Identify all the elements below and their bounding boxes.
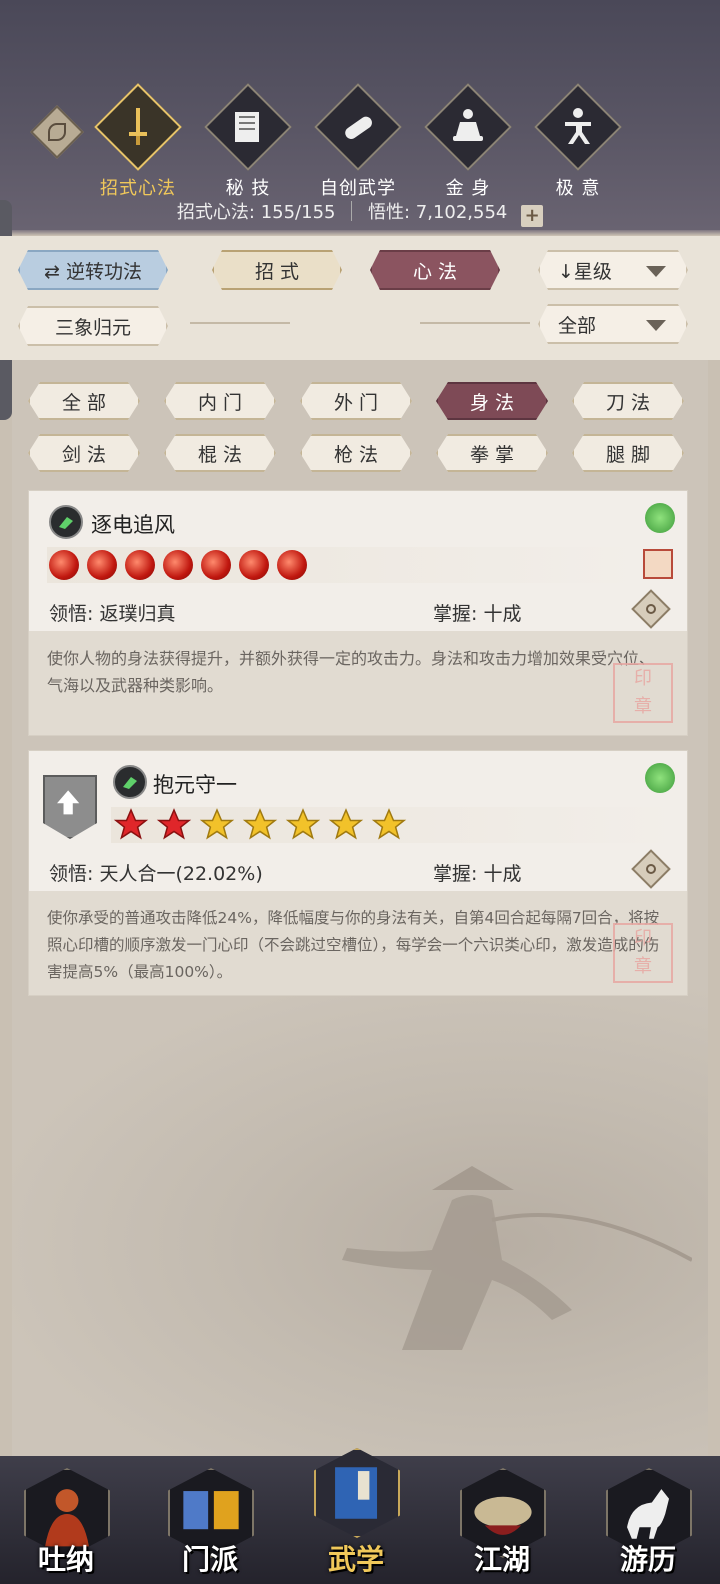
fisherman-silhouette-icon — [342, 1166, 692, 1350]
red-orb-star-icon — [201, 550, 231, 580]
book-icon — [204, 83, 292, 171]
bottom-nav: 吐纳 门派 武学 江湖 游历 — [0, 1448, 720, 1584]
gold-star-icon — [242, 808, 278, 840]
skill-name: 逐电追风 — [91, 513, 175, 537]
nav-martial-arts[interactable]: 武学 — [306, 1448, 406, 1584]
filter-sword[interactable]: 剑 法 — [28, 434, 140, 472]
filter-spear[interactable]: 枪 法 — [300, 434, 412, 472]
tab-heart-method[interactable]: 心 法 — [370, 250, 500, 290]
nav-breathing[interactable]: 吐纳 — [16, 1456, 116, 1584]
tab-ultimate[interactable]: 极 意 — [532, 83, 624, 200]
green-swirl-icon[interactable] — [645, 503, 675, 533]
filter-movement[interactable]: 身 法 — [436, 382, 548, 420]
filter-staff[interactable]: 棍 法 — [164, 434, 276, 472]
filter-saber[interactable]: 刀 法 — [572, 382, 684, 420]
red-orb-star-icon — [87, 550, 117, 580]
divider — [190, 322, 290, 324]
tab-label: 极 意 — [555, 178, 601, 199]
chevron-down-icon — [646, 266, 666, 277]
category-dropdown[interactable]: 全部 — [538, 304, 688, 344]
eye-toggle-icon[interactable] — [30, 105, 84, 159]
red-star-icon — [113, 808, 149, 840]
reverse-skill-button[interactable]: ⇄ 逆转功法 — [18, 250, 168, 290]
tab-moves-heart[interactable]: 招式心法 — [92, 83, 184, 200]
sanxiang-button[interactable]: 三象归元 — [18, 306, 168, 346]
filter-outer[interactable]: 外 门 — [300, 382, 412, 420]
tab-label: 自创武学 — [320, 178, 396, 199]
nav-travel[interactable]: 游历 — [598, 1456, 698, 1584]
moves-label: 招式心法: — [176, 202, 255, 223]
compass-icon[interactable] — [631, 589, 671, 629]
tab-label: 招式心法 — [100, 178, 176, 199]
sort-dropdown[interactable]: ↓星级 — [538, 250, 688, 290]
skill-card[interactable]: 逐电追风 领悟: 返璞归真 掌握: 十成 使你人物的身法获得提升，并额外获得一定… — [28, 490, 688, 736]
red-star-icon — [156, 808, 192, 840]
insight-value: 7,102,554 — [415, 202, 508, 223]
skill-card[interactable]: 抱元守一 领悟: 天人合一(22.02%) 掌握: 十成 使你承受的普通攻击降低… — [28, 750, 688, 996]
swap-icon: ⇄ — [44, 261, 66, 283]
movement-skill-icon — [49, 505, 83, 539]
divider — [351, 201, 353, 221]
comprehension: 领悟: 天人合一(22.02%) — [49, 863, 263, 885]
red-orb-star-icon — [49, 550, 79, 580]
tab-label: 金 身 — [445, 178, 491, 199]
green-swirl-icon[interactable] — [645, 763, 675, 793]
martial-book-icon — [314, 1448, 400, 1538]
red-orb-star-icon — [277, 550, 307, 580]
running-figure-icon[interactable] — [643, 549, 673, 579]
tab-moves[interactable]: 招 式 — [212, 250, 342, 290]
movement-skill-icon — [113, 765, 147, 799]
filter-kick[interactable]: 腿 脚 — [572, 434, 684, 472]
upgrade-arrow-icon[interactable] — [43, 775, 97, 839]
control-panel: ⇄ 逆转功法 三象归元 招 式 心 法 ↓星级 全部 — [0, 236, 720, 360]
skill-description: 使你人物的身法获得提升，并额外获得一定的攻击力。身法和攻击力增加效果受穴位、气海… — [29, 631, 687, 735]
red-orb-star-icon — [125, 550, 155, 580]
martial-stance-icon — [534, 83, 622, 171]
seal-stamp-icon: 印章 — [613, 663, 673, 723]
compass-icon[interactable] — [631, 849, 671, 889]
chevron-down-icon — [646, 320, 666, 331]
red-orb-star-icon — [239, 550, 269, 580]
filter-inner[interactable]: 内 门 — [164, 382, 276, 420]
meditation-icon — [424, 83, 512, 171]
divider — [420, 322, 530, 324]
gold-star-icon — [328, 808, 364, 840]
skill-list-area: 全 部 内 门 外 门 身 法 刀 法 剑 法 棍 法 枪 法 拳 掌 腿 脚 … — [12, 360, 708, 1456]
gold-star-icon — [285, 808, 321, 840]
sword-icon — [94, 83, 182, 171]
insight-label: 悟性: — [367, 202, 411, 223]
tab-self-created[interactable]: 自创武学 — [312, 83, 404, 200]
tab-label: 秘 技 — [225, 178, 271, 199]
filter-fist[interactable]: 拳 掌 — [436, 434, 548, 472]
star-rating — [113, 807, 407, 843]
comprehension: 领悟: 返璞归真 — [49, 603, 176, 625]
add-insight-button[interactable]: + — [521, 205, 544, 227]
sort-arrow-icon: ↓ — [558, 261, 574, 283]
gold-star-icon — [371, 808, 407, 840]
scroll-icon — [314, 83, 402, 171]
red-orb-star-icon — [163, 550, 193, 580]
nav-jianghu[interactable]: 江湖 — [452, 1456, 552, 1584]
moves-value: 155/155 — [260, 202, 336, 223]
skill-name: 抱元守一 — [153, 773, 237, 797]
skill-description: 使你承受的普通攻击降低24%，降低幅度与你的身法有关，自第4回合起每隔7回合，将… — [29, 891, 687, 995]
seal-stamp-icon: 印章 — [613, 923, 673, 983]
star-rating — [49, 550, 307, 580]
tab-secret-skill[interactable]: 秘 技 — [202, 83, 294, 200]
nav-sect[interactable]: 门派 — [160, 1456, 260, 1584]
gold-star-icon — [199, 808, 235, 840]
tab-golden-body[interactable]: 金 身 — [422, 83, 514, 200]
filter-all[interactable]: 全 部 — [28, 382, 140, 420]
mastery: 掌握: 十成 — [433, 603, 522, 625]
top-header: 招式心法 秘 技 自创武学 金 身 极 意 招式心法: 155/155 悟性: … — [0, 0, 720, 236]
mastery: 掌握: 十成 — [433, 863, 522, 885]
stats-row: 招式心法: 155/155 悟性: 7,102,554 + — [0, 198, 720, 227]
top-tab-bar: 招式心法 秘 技 自创武学 金 身 极 意 — [92, 83, 632, 199]
